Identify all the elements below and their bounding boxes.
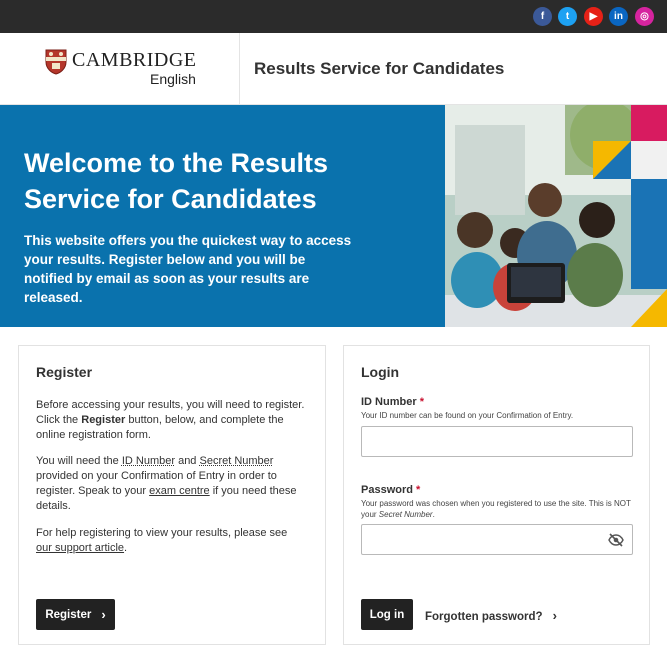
id-number-help: Your ID number can be found on your Conf…	[361, 411, 574, 420]
exam-centre-link[interactable]: exam centre	[149, 485, 210, 497]
password-label: Password *	[361, 484, 420, 496]
chevron-right-icon: ›	[552, 608, 557, 623]
register-intro: Before accessing your results, you will …	[36, 398, 306, 443]
chevron-right-icon: ›	[101, 607, 106, 622]
hero-title: Welcome to the Results Service for Candi…	[24, 148, 329, 214]
password-help: Your password was chosen when you regist…	[361, 498, 636, 520]
facebook-icon[interactable]: f	[533, 7, 552, 26]
text: You will need the	[36, 455, 122, 467]
id-number-tooltip[interactable]: ID Number	[122, 455, 175, 467]
login-card: Login ID Number * Your ID number can be …	[343, 345, 650, 645]
text: ID Number	[361, 396, 417, 408]
show-password-icon[interactable]	[608, 532, 624, 548]
text-italic: Secret Number	[378, 510, 433, 519]
youtube-icon[interactable]: ▶	[584, 7, 603, 26]
required-mark: *	[419, 396, 424, 408]
register-button[interactable]: Register ›	[36, 599, 115, 630]
hero-text-panel: Welcome to the Results Service for Candi…	[0, 105, 445, 327]
text: and	[175, 455, 200, 467]
id-number-label: ID Number *	[361, 396, 424, 408]
login-heading: Login	[361, 364, 400, 380]
forgotten-password-label: Forgotten password?	[425, 611, 543, 623]
register-card: Register Before accessing your results, …	[18, 345, 326, 645]
cambridge-logo[interactable]: CAMBRIDGE English	[0, 33, 240, 105]
support-article-link[interactable]: our support article	[36, 542, 124, 554]
id-number-input[interactable]	[361, 426, 633, 457]
linkedin-icon[interactable]: in	[609, 7, 628, 26]
text-bold: Register	[81, 414, 126, 426]
register-button-label: Register	[45, 608, 92, 621]
instagram-icon[interactable]: ◎	[635, 7, 654, 26]
register-requirements: You will need the ID Number and Secret N…	[36, 454, 306, 514]
text: .	[432, 510, 435, 519]
twitter-icon[interactable]: t	[558, 7, 577, 26]
text: For help registering to view your result…	[36, 527, 288, 539]
logo-subtitle: English	[150, 71, 196, 87]
text: Password	[361, 484, 413, 496]
register-heading: Register	[36, 364, 93, 380]
login-button[interactable]: Log in	[361, 599, 413, 630]
required-mark: *	[416, 484, 421, 496]
hero-students-image	[445, 105, 667, 327]
text: .	[124, 542, 128, 554]
forgotten-password-link[interactable]: Forgotten password? ›	[425, 608, 557, 623]
cambridge-shield-icon	[45, 49, 67, 75]
site-header: CAMBRIDGE English Results Service for Ca…	[0, 33, 667, 105]
page-title: Results Service for Candidates	[254, 59, 505, 78]
logo-wordmark: CAMBRIDGE	[72, 49, 197, 71]
hero-body: This website offers you the quickest way…	[24, 233, 352, 305]
social-bar: f t ▶ in ◎	[0, 0, 667, 33]
secret-number-tooltip[interactable]: Secret Number	[199, 455, 273, 467]
register-help: For help registering to view your result…	[36, 526, 306, 556]
password-input[interactable]	[361, 524, 633, 555]
hero-banner: Welcome to the Results Service for Candi…	[0, 105, 667, 327]
